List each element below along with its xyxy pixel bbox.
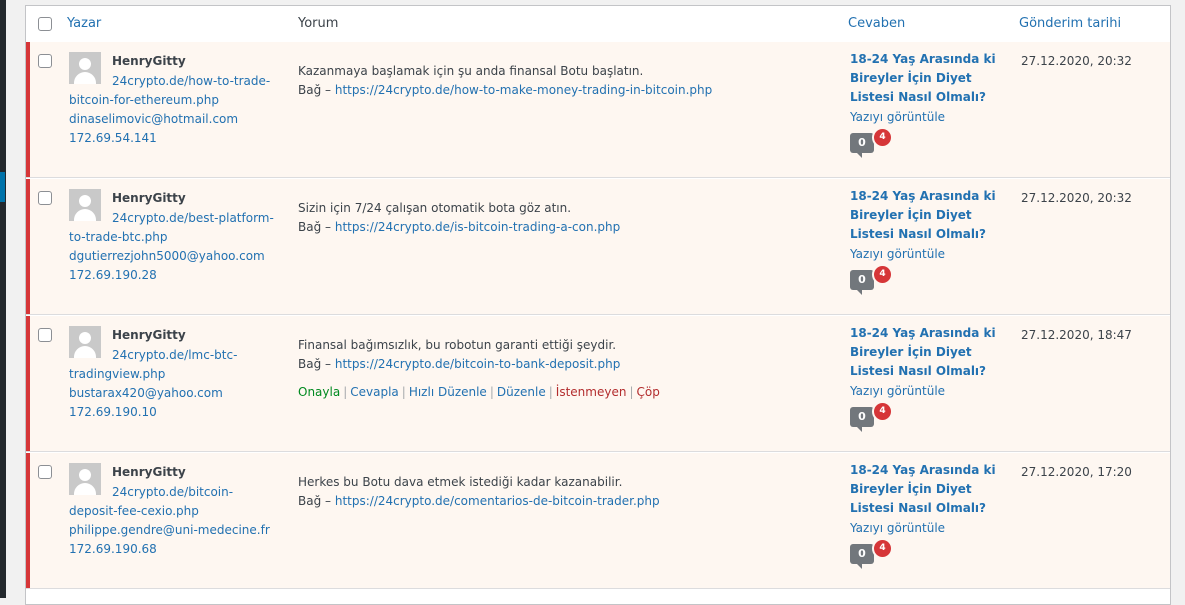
trash-action[interactable]: Çöp: [636, 385, 659, 399]
sidebar-collapse-tab[interactable]: [0, 172, 5, 202]
comment-date[interactable]: 27.12.2020, 20:32: [1021, 191, 1132, 205]
approved-count-bubble[interactable]: 0: [850, 270, 874, 295]
author-ip-link[interactable]: 172.69.190.68: [69, 540, 157, 559]
view-post-link[interactable]: Yazıyı görüntüle: [850, 108, 945, 127]
pending-count-badge[interactable]: 4: [872, 127, 893, 148]
spam-action[interactable]: İstenmeyen: [556, 385, 627, 399]
row-checkbox[interactable]: [38, 191, 52, 205]
select-all-checkbox[interactable]: [38, 17, 52, 31]
comment-date[interactable]: 27.12.2020, 20:32: [1021, 54, 1132, 68]
quick-edit-action[interactable]: Hızlı Düzenle: [409, 385, 487, 399]
author-url-link[interactable]: 24crypto.de/best-platform-to-trade-btc.p…: [69, 209, 279, 247]
admin-sidebar-edge: [0, 0, 6, 598]
response-post-link[interactable]: 18-24 Yaş Arasında ki Bireyler İçin Diye…: [850, 324, 1010, 381]
pending-count-badge[interactable]: 4: [872, 401, 893, 422]
comment-link[interactable]: https://24crypto.de/how-to-make-money-tr…: [335, 83, 712, 97]
author-ip-link[interactable]: 172.69.190.10: [69, 403, 157, 422]
pending-count-badge[interactable]: 4: [872, 538, 893, 559]
column-author-header[interactable]: Yazar: [67, 16, 101, 31]
table-header: Yazar Yorum Cevaben Gönderim tarihi: [26, 6, 1170, 43]
link-prefix: Bağ –: [298, 83, 332, 97]
author-name: HenryGitty: [112, 328, 186, 342]
approved-count-bubble[interactable]: 0: [850, 544, 874, 569]
edit-action[interactable]: Düzenle: [497, 385, 546, 399]
pending-count-badge[interactable]: 4: [872, 264, 893, 285]
author-url-link[interactable]: 24crypto.de/lmc-btc-tradingview.php: [69, 346, 279, 384]
author-url-link[interactable]: 24crypto.de/how-to-trade-bitcoin-for-eth…: [69, 72, 279, 110]
view-post-link[interactable]: Yazıyı görüntüle: [850, 519, 945, 538]
column-comment-header: Yorum: [298, 16, 339, 31]
author-name: HenryGitty: [112, 465, 186, 479]
column-response-header[interactable]: Cevaben: [848, 16, 905, 31]
table-row: HenryGitty 24crypto.de/bitcoin-deposit-f…: [26, 453, 1170, 589]
comment-date[interactable]: 27.12.2020, 17:20: [1021, 465, 1132, 479]
comment-body: Finansal bağımsızlık, bu robotun garanti…: [298, 336, 818, 374]
row-actions: Onayla | Cevapla | Hızlı Düzenle | Düzenle | İst…: [298, 385, 660, 399]
comment-body: Kazanmaya başlamak için şu anda finansal…: [298, 62, 818, 100]
comment-date[interactable]: 27.12.2020, 18:47: [1021, 328, 1132, 342]
comment-text: Finansal bağımsızlık, bu robotun garanti…: [298, 338, 617, 352]
comment-body: Sizin için 7/24 çalışan otomatik bota gö…: [298, 199, 818, 237]
author-ip-link[interactable]: 172.69.54.141: [69, 129, 157, 148]
row-checkbox[interactable]: [38, 465, 52, 479]
comments-table: Yazar Yorum Cevaben Gönderim tarihi Henr…: [25, 5, 1171, 605]
table-row: HenryGitty 24crypto.de/how-to-trade-bitc…: [26, 42, 1170, 178]
link-prefix: Bağ –: [298, 357, 332, 371]
comment-text: Herkes bu Botu dava etmek istediği kadar…: [298, 475, 623, 489]
approve-action[interactable]: Onayla: [298, 385, 340, 399]
author-email-link[interactable]: philippe.gendre@uni-medecine.fr: [69, 521, 270, 540]
response-post-link[interactable]: 18-24 Yaş Arasında ki Bireyler İçin Diye…: [850, 187, 1010, 244]
view-post-link[interactable]: Yazıyı görüntüle: [850, 382, 945, 401]
author-email-link[interactable]: bustarax420@yahoo.com: [69, 384, 223, 403]
author-name: HenryGitty: [112, 191, 186, 205]
comment-link[interactable]: https://24crypto.de/bitcoin-to-bank-depo…: [335, 357, 620, 371]
response-post-link[interactable]: 18-24 Yaş Arasında ki Bireyler İçin Diye…: [850, 50, 1010, 107]
reply-action[interactable]: Cevapla: [350, 385, 399, 399]
author-name: HenryGitty: [112, 54, 186, 68]
table-row: HenryGitty 24crypto.de/lmc-btc-tradingvi…: [26, 316, 1170, 452]
author-url-link[interactable]: 24crypto.de/bitcoin-deposit-fee-cexio.ph…: [69, 483, 279, 521]
row-checkbox[interactable]: [38, 328, 52, 342]
author-email-link[interactable]: dinaselimovic@hotmail.com: [69, 110, 238, 129]
comment-body: Herkes bu Botu dava etmek istediği kadar…: [298, 473, 818, 511]
table-row: HenryGitty 24crypto.de/best-platform-to-…: [26, 179, 1170, 315]
author-ip-link[interactable]: 172.69.190.28: [69, 266, 157, 285]
comment-text: Sizin için 7/24 çalışan otomatik bota gö…: [298, 201, 572, 215]
row-checkbox[interactable]: [38, 54, 52, 68]
link-prefix: Bağ –: [298, 220, 332, 234]
author-email-link[interactable]: dgutierrezjohn5000@yahoo.com: [69, 247, 265, 266]
link-prefix: Bağ –: [298, 494, 332, 508]
column-date-header[interactable]: Gönderim tarihi: [1019, 16, 1121, 31]
comment-link[interactable]: https://24crypto.de/is-bitcoin-trading-a…: [335, 220, 620, 234]
response-post-link[interactable]: 18-24 Yaş Arasında ki Bireyler İçin Diye…: [850, 461, 1010, 518]
comment-link[interactable]: https://24crypto.de/comentarios-de-bitco…: [335, 494, 660, 508]
approved-count-bubble[interactable]: 0: [850, 133, 874, 158]
approved-count-bubble[interactable]: 0: [850, 407, 874, 432]
comment-text: Kazanmaya başlamak için şu anda finansal…: [298, 64, 644, 78]
view-post-link[interactable]: Yazıyı görüntüle: [850, 245, 945, 264]
